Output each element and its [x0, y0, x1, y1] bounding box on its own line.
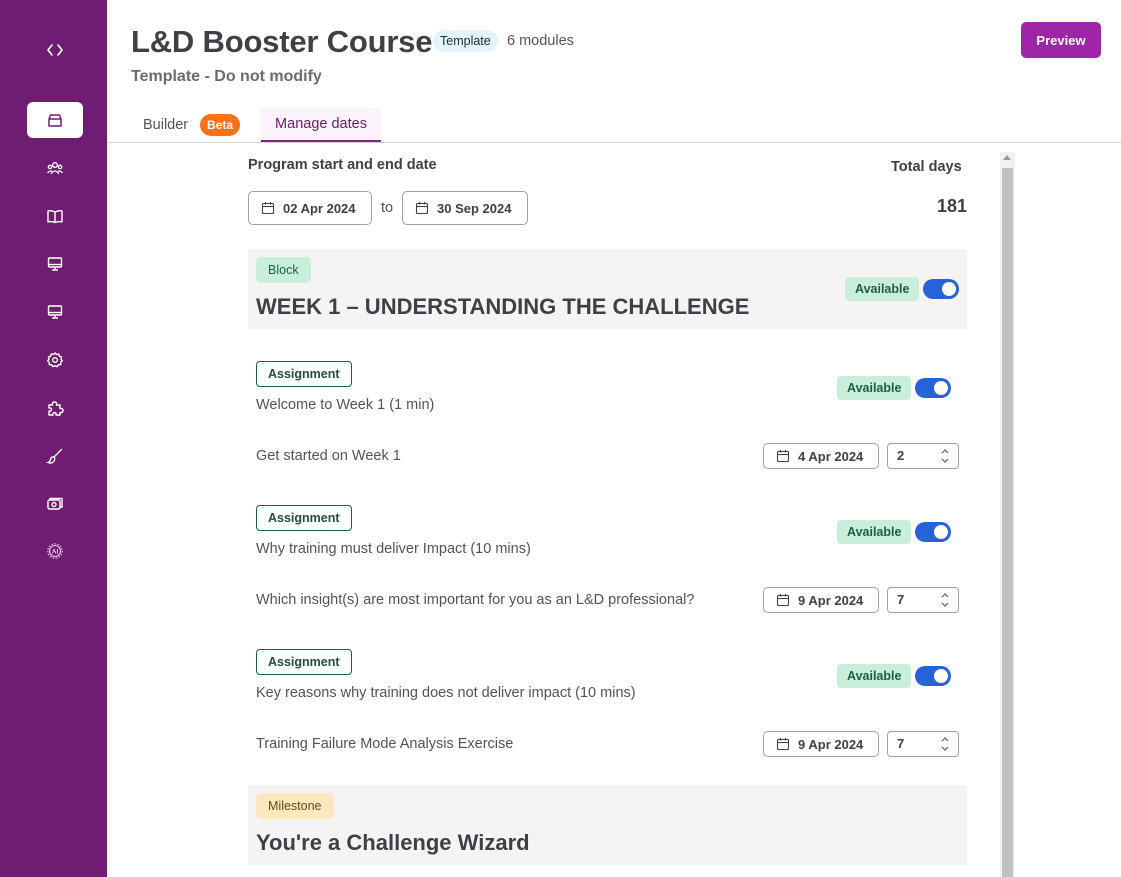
scrollbar-thumb[interactable]: [1002, 168, 1013, 877]
days-stepper[interactable]: 2: [887, 443, 959, 469]
users-icon[interactable]: [27, 150, 83, 186]
puzzle-icon[interactable]: [27, 390, 83, 426]
total-days-value: 181: [936, 196, 967, 216]
availability-badge: Available: [837, 376, 912, 400]
monitor-icon[interactable]: [27, 246, 83, 282]
task-date[interactable]: 9 Apr 2024: [763, 587, 879, 613]
availability-toggle[interactable]: [923, 279, 959, 299]
program-dates-label: Program start and end date: [248, 157, 437, 173]
total-days-label: Total days: [891, 159, 962, 175]
milestone-tag: Milestone: [256, 793, 334, 819]
calendar-icon: [776, 450, 790, 463]
svg-text:AI: AI: [52, 548, 59, 555]
availability-badge: Available: [845, 277, 920, 301]
availability-toggle[interactable]: [915, 666, 951, 686]
camera-icon[interactable]: [27, 486, 83, 522]
program-start-date[interactable]: 02 Apr 2024: [248, 191, 372, 225]
task-date-value: 9 Apr 2024: [798, 592, 864, 608]
stepper-arrows-icon[interactable]: [940, 590, 950, 610]
task-date[interactable]: 9 Apr 2024: [763, 731, 879, 757]
days-stepper[interactable]: 7: [887, 587, 959, 613]
scroll-up-arrow-icon[interactable]: [1003, 155, 1011, 160]
days-value: 7: [897, 736, 905, 751]
page-subtitle: Template - Do not modify: [131, 68, 322, 85]
box-icon[interactable]: [27, 102, 83, 138]
tabs-divider: [107, 142, 1121, 143]
availability-badge: Available: [837, 664, 912, 688]
end-date-value: 30 Sep 2024: [437, 200, 512, 216]
book-icon[interactable]: [27, 198, 83, 234]
to-label: to: [381, 200, 394, 216]
assignment-tag: Assignment: [256, 361, 352, 387]
program-end-date[interactable]: 30 Sep 2024: [402, 191, 528, 225]
assignment-tag: Assignment: [256, 649, 352, 675]
availability-toggle[interactable]: [915, 522, 951, 542]
days-stepper[interactable]: 7: [887, 731, 959, 757]
calendar-icon: [776, 594, 790, 607]
availability-badge: Available: [837, 520, 912, 544]
calendar-icon: [776, 738, 790, 751]
availability-toggle[interactable]: [915, 378, 951, 398]
start-date-value: 02 Apr 2024: [283, 200, 356, 216]
item-title: Key reasons why training does not delive…: [256, 685, 636, 701]
monitor-icon[interactable]: [27, 294, 83, 330]
settings-icon[interactable]: [27, 342, 83, 378]
days-value: 7: [897, 592, 905, 607]
beta-badge: Beta: [200, 114, 241, 136]
item-title: Welcome to Week 1 (1 min): [256, 397, 435, 413]
stepper-arrows-icon[interactable]: [940, 446, 950, 466]
assignment-tag: Assignment: [256, 505, 352, 531]
brush-icon[interactable]: [27, 438, 83, 474]
modules-count: 6 modules: [507, 33, 574, 49]
tab-builder[interactable]: Builder: [143, 117, 188, 133]
calendar-icon: [415, 202, 429, 215]
task-date-value: 4 Apr 2024: [798, 448, 864, 464]
task-title: Which insight(s) are most important for …: [256, 592, 695, 608]
milestone-title: You're a Challenge Wizard: [256, 830, 530, 855]
calendar-icon: [261, 202, 275, 215]
task-title: Get started on Week 1: [256, 448, 401, 464]
template-badge: Template: [433, 30, 498, 52]
preview-button[interactable]: Preview: [1021, 22, 1101, 58]
block-tag: Block: [256, 257, 311, 283]
tab-label: Manage dates: [275, 116, 367, 132]
task-title: Training Failure Mode Analysis Exercise: [256, 736, 514, 752]
item-title: Why training must deliver Impact (10 min…: [256, 541, 531, 557]
task-date[interactable]: 4 Apr 2024: [763, 443, 879, 469]
code-icon[interactable]: [27, 32, 83, 68]
block-title: WEEK 1 – UNDERSTANDING THE CHALLENGE: [256, 294, 750, 319]
stepper-arrows-icon[interactable]: [940, 734, 950, 754]
ai-icon[interactable]: AI: [27, 533, 83, 569]
task-date-value: 9 Apr 2024: [798, 736, 864, 752]
tab-manage-dates[interactable]: Manage dates: [261, 108, 381, 142]
sidebar: AI: [0, 0, 107, 877]
page-title: L&D Booster Course: [131, 24, 433, 59]
days-value: 2: [897, 448, 905, 463]
